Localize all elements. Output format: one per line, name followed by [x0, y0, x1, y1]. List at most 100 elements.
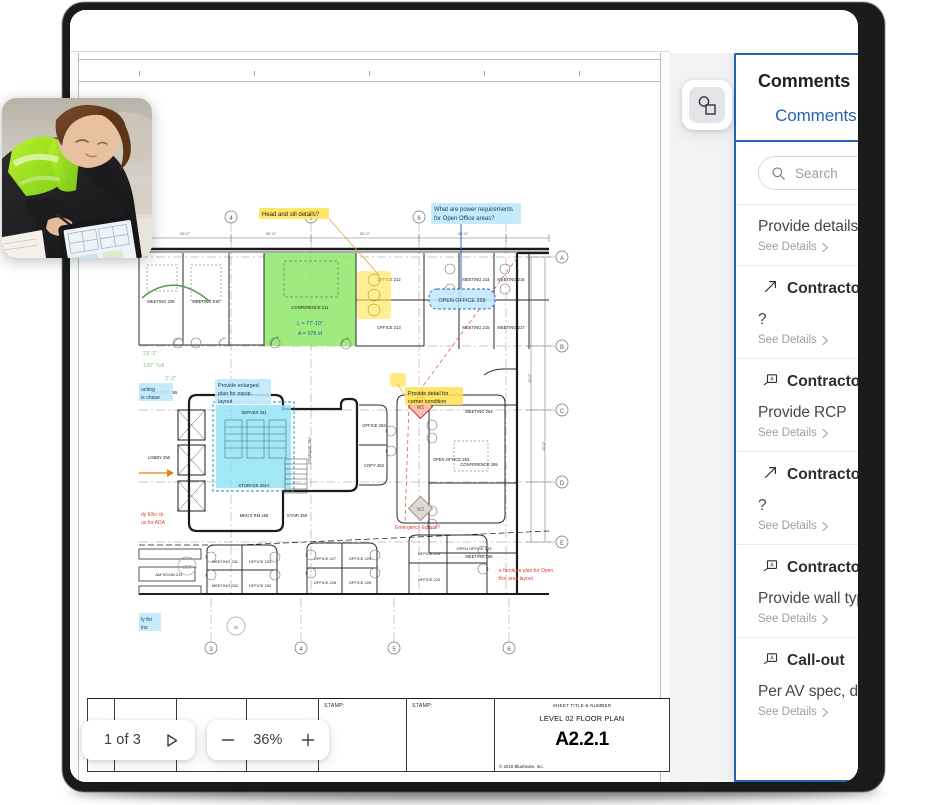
- svg-text:OFFICE 225: OFFICE 225: [349, 556, 372, 561]
- svg-text:MEN'S RM 258: MEN'S RM 258: [240, 513, 269, 518]
- svg-text:MEETING 264: MEETING 264: [465, 409, 493, 414]
- svg-text:fice area layout: fice area layout: [499, 576, 534, 582]
- stamp-label-1: STAMP:: [324, 703, 401, 709]
- svg-text:20'-0": 20'-0": [528, 373, 532, 383]
- see-details-label: See Details: [758, 334, 817, 346]
- svg-text:360: 360: [183, 565, 192, 571]
- comment-text: Provide wall type: [758, 590, 858, 608]
- svg-text:MEETING 209: MEETING 209: [147, 299, 175, 304]
- comments-panel-tabs: Comments (22): [736, 106, 858, 142]
- see-details-label: See Details: [758, 241, 817, 253]
- svg-text:layout: layout: [218, 399, 233, 405]
- comment-list-item[interactable]: A Call-out Per AV spec, display size i S…: [736, 637, 858, 730]
- zoom-level-value: 36%: [245, 732, 291, 748]
- chevron-right-icon: [821, 335, 830, 346]
- svg-text:OFFICE 230: OFFICE 230: [249, 583, 272, 588]
- title-block-stamp-2: STAMP:: [407, 699, 495, 772]
- svg-text:B: B: [560, 345, 564, 351]
- svg-text:for Open Office areas?: for Open Office areas?: [434, 216, 495, 222]
- comments-panel: Comments Comments (22): [734, 53, 858, 782]
- svg-text:is chase: is chase: [141, 395, 160, 401]
- minus-icon: [220, 732, 236, 748]
- callout-icon: A: [763, 651, 778, 671]
- search-input[interactable]: [795, 166, 858, 181]
- comment-author-row: A Contractor: [758, 372, 858, 392]
- comments-search-box[interactable]: [758, 156, 858, 190]
- svg-text:30'-0": 30'-0": [458, 231, 469, 236]
- comment-list-item[interactable]: A Contractor Provide wall type See Detai…: [736, 544, 858, 637]
- floor-plan-drawing: 4 5 6 7: [79, 53, 662, 782]
- comment-author: Contractor: [787, 373, 858, 391]
- zoom-control-group: 36%: [207, 720, 329, 760]
- see-details-link[interactable]: See Details: [758, 520, 858, 532]
- svg-text:Provide enlarged: Provide enlarged: [218, 383, 259, 389]
- svg-text:A: A: [770, 656, 774, 662]
- svg-text:dtl: dtl: [234, 625, 239, 630]
- svg-text:L = 77'-10": L = 77'-10": [297, 321, 323, 327]
- comment-list-item[interactable]: Contractor ? See Details: [736, 451, 858, 544]
- svg-text:STORAGE 261A: STORAGE 261A: [238, 483, 270, 488]
- chevron-right-icon: [821, 707, 830, 718]
- search-icon: [771, 166, 786, 181]
- see-details-link[interactable]: See Details: [758, 706, 858, 718]
- see-details-link[interactable]: See Details: [758, 427, 858, 439]
- see-details-link[interactable]: See Details: [758, 241, 858, 253]
- chevron-right-icon: [821, 428, 830, 439]
- svg-text:e furniture plan for Open: e furniture plan for Open: [499, 568, 553, 574]
- sheet-title: LEVEL 02 FLOOR PLAN: [500, 714, 664, 723]
- svg-text:4: 4: [299, 647, 303, 653]
- tab-comments[interactable]: Comments (22): [771, 106, 858, 134]
- svg-text:A: A: [770, 563, 774, 569]
- comment-author-row: A Contractor: [758, 558, 858, 578]
- sheet-scroll-area[interactable]: 4 5 6 7: [70, 53, 670, 782]
- svg-text:30'-0": 30'-0": [266, 231, 277, 236]
- zoom-in-button[interactable]: [291, 723, 325, 757]
- zoom-out-button[interactable]: [211, 723, 245, 757]
- see-details-link[interactable]: See Details: [758, 334, 858, 346]
- svg-text:us for ADA: us for ADA: [141, 520, 166, 526]
- shapes-circle-square-icon: [696, 94, 718, 116]
- comments-search-wrap: [736, 142, 858, 204]
- svg-text:6: 6: [417, 216, 421, 222]
- svg-text:dy 60in clr.: dy 60in clr.: [141, 512, 165, 518]
- svg-text:6: 6: [507, 647, 511, 653]
- callout-icon: A: [763, 558, 778, 578]
- svg-text:120" Tall: 120" Tall: [143, 363, 164, 369]
- shapes-tool-button[interactable]: [682, 80, 732, 130]
- svg-text:5: 5: [392, 647, 396, 653]
- comment-text: ?: [758, 311, 858, 329]
- next-page-button[interactable]: [155, 723, 189, 757]
- svg-text:CONFERENCE 265: CONFERENCE 265: [460, 462, 498, 467]
- application-window: 4 5 6 7: [70, 10, 858, 782]
- worker-with-tablet-photo: [2, 98, 152, 258]
- callout-icon: A: [763, 372, 778, 392]
- svg-text:corner condition: corner condition: [408, 399, 446, 405]
- svg-text:STAIR 259: STAIR 259: [287, 513, 308, 518]
- stamp-label-2: STAMP:: [412, 703, 489, 709]
- svg-text:What are power requirements: What are power requirements: [434, 207, 513, 213]
- svg-text:MEETING 217: MEETING 217: [497, 325, 525, 330]
- comment-list-item[interactable]: Contractor ? See Details: [736, 265, 858, 358]
- svg-text:plan for equip.: plan for equip.: [218, 391, 252, 397]
- svg-text:COPY 262: COPY 262: [364, 463, 385, 468]
- shapes-tool-button-inner: [689, 87, 725, 123]
- svg-text:Emergency Egress?: Emergency Egress?: [395, 525, 440, 531]
- comment-list-item[interactable]: Provide details on flooring See Details: [736, 204, 858, 265]
- comment-author: Contractor: [787, 559, 858, 577]
- svg-text:A = 378 sf: A = 378 sf: [298, 331, 323, 337]
- svg-text:OFFICE 228: OFFICE 228: [314, 580, 337, 585]
- see-details-label: See Details: [758, 613, 817, 625]
- comment-author-row: Contractor: [758, 279, 858, 299]
- svg-text:SERVER 261: SERVER 261: [241, 410, 267, 415]
- sheet-number: A2.2.1: [500, 729, 664, 751]
- svg-text:Provide detail for: Provide detail for: [408, 391, 449, 397]
- comment-list-item[interactable]: A Contractor Provide RCP See Details: [736, 358, 858, 451]
- svg-text:OFFICE 213: OFFICE 213: [377, 325, 401, 330]
- device-drop-shadow: [70, 782, 880, 800]
- svg-text:W1: W1: [417, 405, 425, 411]
- svg-text:MEETING 232: MEETING 232: [212, 583, 239, 588]
- photo-overlay: [2, 98, 152, 258]
- see-details-link[interactable]: See Details: [758, 613, 858, 625]
- title-block-sheet-info: SHEET TITLE & NUMBER LEVEL 02 FLOOR PLAN…: [495, 699, 670, 772]
- comments-panel-header: Comments: [736, 55, 858, 92]
